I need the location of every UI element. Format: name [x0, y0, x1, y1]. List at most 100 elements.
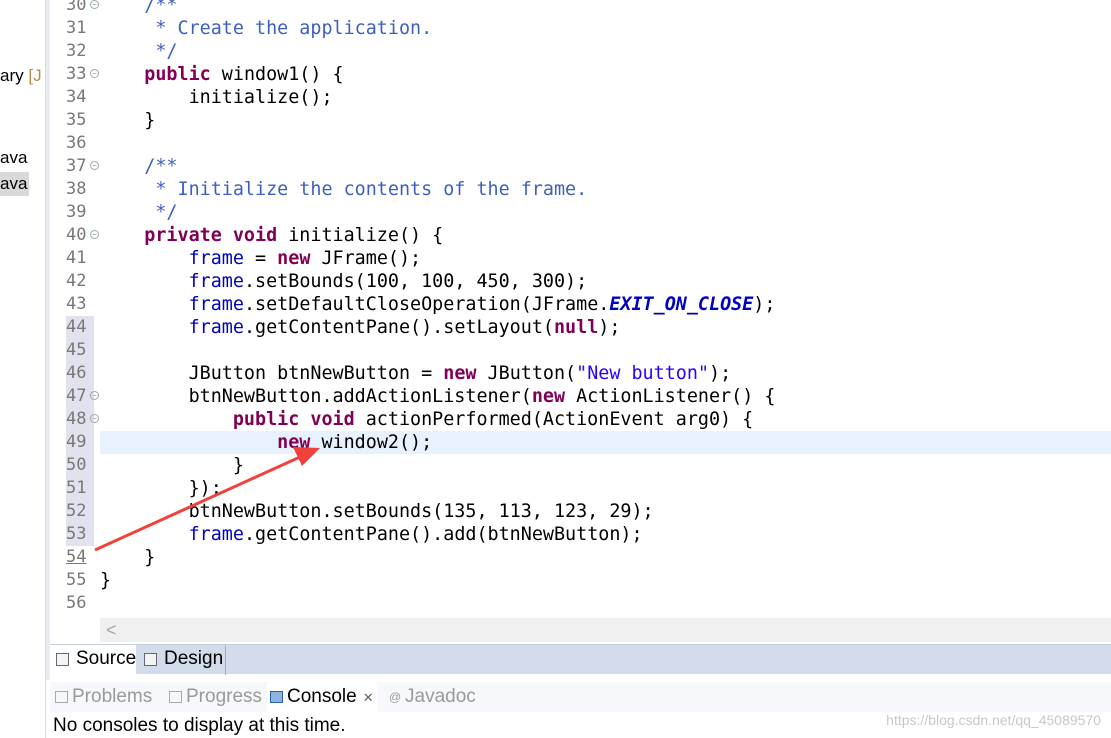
code-line[interactable]: 33− public window1() {	[50, 63, 1111, 86]
code-token: });	[100, 478, 222, 499]
code-token: new	[100, 432, 322, 453]
code-text: });	[100, 477, 1111, 500]
line-number: 39	[66, 202, 87, 222]
code-token: );	[753, 294, 776, 315]
code-line[interactable]: 51 });	[50, 477, 1111, 500]
line-number: 34	[66, 87, 87, 107]
line-number: 40	[66, 225, 87, 245]
code-line[interactable]: 54 }	[50, 546, 1111, 569]
code-token: public	[100, 64, 222, 85]
code-text: }	[100, 109, 1111, 132]
code-token: ActionListener() {	[576, 386, 776, 407]
horizontal-scrollbar[interactable]: <	[100, 618, 1111, 642]
code-line[interactable]: 47− btnNewButton.addActionListener(new A…	[50, 385, 1111, 408]
code-token: frame	[188, 294, 244, 315]
code-line[interactable]: 42 frame.setBounds(100, 100, 450, 300);	[50, 270, 1111, 293]
code-token: new	[531, 386, 577, 407]
source-icon	[56, 653, 69, 666]
design-icon	[144, 653, 157, 666]
fold-toggle-icon[interactable]: −	[90, 391, 99, 400]
code-token: */	[100, 41, 178, 62]
code-line[interactable]: 52 btnNewButton.setBounds(135, 113, 123,…	[50, 500, 1111, 523]
code-editor[interactable]: 30− /** 31 * Create the application. 32 */…	[50, 0, 1111, 644]
code-line[interactable]: 30− /**	[50, 0, 1111, 17]
code-text: }	[100, 546, 1111, 569]
console-message: No consoles to display at this time.	[53, 715, 346, 736]
tab-console-label: Console	[287, 686, 357, 707]
code-token: }	[100, 455, 244, 476]
explorer-item[interactable]: ary [J	[0, 64, 42, 88]
code-text: public window1() {	[100, 63, 1111, 86]
code-token: }	[100, 110, 156, 131]
code-text: JButton btnNewButton = new JButton("New …	[100, 362, 1111, 385]
close-icon[interactable]: ✕	[363, 690, 374, 705]
code-token: window2();	[321, 432, 433, 453]
code-line[interactable]: 53 frame.getContentPane().add(btnNewButt…	[50, 523, 1111, 546]
tab-progress[interactable]: Progress	[166, 682, 262, 712]
code-token: frame	[188, 317, 244, 338]
line-number: 49	[66, 432, 87, 452]
fold-toggle-icon[interactable]: −	[90, 230, 99, 239]
fold-toggle-icon[interactable]: −	[90, 0, 99, 9]
code-line[interactable]: 36	[50, 132, 1111, 155]
code-line[interactable]: 32 */	[50, 40, 1111, 63]
code-text: frame = new JFrame();	[100, 247, 1111, 270]
code-line[interactable]: 46 JButton btnNewButton = new JButton("N…	[50, 362, 1111, 385]
fold-toggle-icon[interactable]: −	[90, 414, 99, 423]
javadoc-icon: @	[389, 690, 402, 704]
line-number: 43	[66, 294, 87, 314]
code-line[interactable]: 31 * Create the application.	[50, 17, 1111, 40]
code-token: .setDefaultCloseOperation(JFrame.	[243, 294, 610, 315]
tab-console[interactable]: Console ✕	[267, 682, 377, 712]
code-text: frame.getContentPane().add(btnNewButton)…	[100, 523, 1111, 546]
code-line[interactable]: 41 frame = new JFrame();	[50, 247, 1111, 270]
tab-problems-label: Problems	[72, 686, 153, 707]
code-line[interactable]: 56	[50, 592, 1111, 615]
code-token: );	[709, 363, 732, 384]
code-token: }	[100, 547, 156, 568]
chevron-left-icon[interactable]: <	[106, 620, 117, 640]
code-line[interactable]: 43 frame.setDefaultCloseOperation(JFrame…	[50, 293, 1111, 316]
line-number: 32	[66, 41, 87, 61]
code-token: "New button"	[576, 363, 709, 384]
code-line[interactable]: 40− private void initialize() {	[50, 224, 1111, 247]
code-line[interactable]: 39 */	[50, 201, 1111, 224]
explorer-item-selected[interactable]: ava	[0, 172, 30, 196]
explorer-item-label: ary	[0, 66, 24, 85]
code-line[interactable]: 48− public void actionPerformed(ActionEv…	[50, 408, 1111, 431]
explorer-item[interactable]: ava	[0, 146, 27, 170]
problems-icon	[55, 691, 68, 703]
tab-source-label: Source	[76, 648, 137, 669]
code-line[interactable]: 49 new window2();	[50, 431, 1111, 454]
fold-toggle-icon[interactable]: −	[90, 69, 99, 78]
tab-design[interactable]: Design	[138, 645, 226, 675]
code-line[interactable]: 37− /**	[50, 155, 1111, 178]
line-number: 31	[66, 18, 87, 38]
code-token: private void	[100, 225, 289, 246]
line-number: 44	[66, 317, 87, 337]
tab-problems[interactable]: Problems	[52, 682, 152, 712]
fold-toggle-icon[interactable]: −	[90, 161, 99, 170]
code-line[interactable]: 55}	[50, 569, 1111, 592]
code-text: /**	[100, 155, 1111, 178]
code-token: EXIT_ON_CLOSE	[609, 294, 754, 315]
code-token: null	[553, 317, 599, 338]
code-line[interactable]: 35 }	[50, 109, 1111, 132]
code-line[interactable]: 38 * Initialize the contents of the fram…	[50, 178, 1111, 201]
code-line[interactable]: 45	[50, 339, 1111, 362]
code-line[interactable]: 34 initialize();	[50, 86, 1111, 109]
code-text: frame.setDefaultCloseOperation(JFrame.EX…	[100, 293, 1111, 316]
tab-javadoc-label: Javadoc	[405, 686, 476, 707]
tab-javadoc[interactable]: @ Javadoc	[387, 682, 476, 712]
code-text: public void actionPerformed(ActionEvent …	[100, 408, 1111, 431]
package-explorer: ary [J ava ava	[0, 0, 46, 738]
code-line[interactable]: 50 }	[50, 454, 1111, 477]
line-number: 37	[66, 156, 87, 176]
tab-source[interactable]: Source	[50, 645, 136, 675]
code-line[interactable]: 44 frame.getContentPane().setLayout(null…	[50, 316, 1111, 339]
